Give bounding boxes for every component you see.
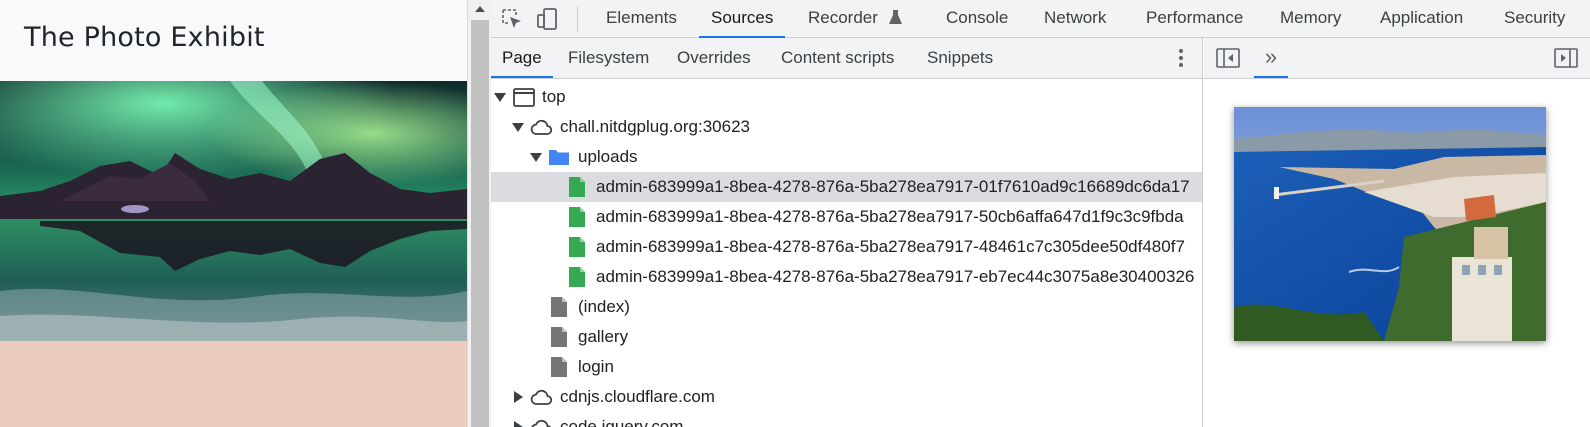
tree-item-label: login (578, 357, 614, 376)
tree-item-document[interactable]: (index) (491, 292, 1202, 322)
tree-item-label: (index) (578, 297, 630, 316)
toolbar-divider (577, 6, 578, 32)
tab-sources[interactable]: Sources (699, 0, 786, 38)
expand-arrow-icon[interactable] (530, 153, 542, 162)
page-scrollbar[interactable] (467, 0, 491, 427)
tab-network[interactable]: Network (1044, 0, 1106, 38)
device-toolbar-icon[interactable] (535, 6, 561, 32)
tree-item-origin[interactable]: code.jquery.com (491, 412, 1202, 427)
tab-console[interactable]: Console (946, 0, 1008, 38)
sources-navigator-tabbar: Page Filesystem Overrides Content script… (491, 38, 1203, 79)
document-file-icon (551, 297, 567, 317)
tree-item-label: code.jquery.com (560, 417, 684, 427)
inspect-element-icon[interactable] (499, 6, 525, 32)
tree-item-origin[interactable]: cdnjs.cloudflare.com (491, 382, 1202, 412)
tree-item-document[interactable]: login (491, 352, 1202, 382)
editor-tabbar: » (1204, 38, 1590, 79)
tab-performance[interactable]: Performance (1146, 0, 1243, 38)
tree-item-label: chall.nitdgplug.org:30623 (560, 117, 750, 136)
tab-security[interactable]: Security (1504, 0, 1565, 38)
tree-item-top[interactable]: top (491, 82, 1202, 112)
tree-item-image-file[interactable]: admin-683999a1-8bea-4278-876a-5ba278ea79… (491, 262, 1202, 292)
image-file-icon (569, 237, 585, 257)
tab-recorder-label: Recorder (808, 8, 878, 27)
image-file-icon (569, 207, 585, 227)
toggle-navigator-icon[interactable] (1216, 48, 1240, 68)
cloud-icon (530, 389, 553, 405)
tree-item-origin[interactable]: chall.nitdgplug.org:30623 (491, 112, 1202, 142)
tree-item-label: admin-683999a1-8bea-4278-876a-5ba278ea79… (596, 177, 1190, 196)
tree-item-label: admin-683999a1-8bea-4278-876a-5ba278ea79… (596, 207, 1184, 226)
scroll-up-arrow-icon[interactable] (475, 6, 485, 12)
devtools-panel: Elements Sources Recorder Console Networ… (491, 0, 1590, 427)
subtab-overrides[interactable]: Overrides (677, 38, 751, 78)
tree-item-image-file[interactable]: admin-683999a1-8bea-4278-876a-5ba278ea79… (491, 172, 1202, 202)
more-tabs-chevron-icon[interactable]: » (1254, 38, 1288, 78)
image-file-icon (569, 267, 585, 287)
collapse-arrow-icon[interactable] (514, 421, 523, 427)
tree-item-label: cdnjs.cloudflare.com (560, 387, 715, 406)
page-header: The Photo Exhibit (0, 0, 467, 81)
frame-window-icon (513, 88, 535, 107)
image-file-icon (569, 177, 585, 197)
subtab-filesystem[interactable]: Filesystem (568, 38, 649, 78)
expand-arrow-icon[interactable] (494, 93, 506, 102)
tree-item-label: admin-683999a1-8bea-4278-876a-5ba278ea79… (596, 237, 1185, 256)
tree-item-label: uploads (578, 147, 638, 166)
tree-item-image-file[interactable]: admin-683999a1-8bea-4278-876a-5ba278ea79… (491, 232, 1202, 262)
cloud-icon (531, 419, 552, 427)
web-page: The Photo Exhibit (0, 0, 467, 427)
file-tree: top chall.nitdgplug.org:30623 uploads ad… (491, 79, 1203, 427)
toggle-debugger-icon[interactable] (1554, 48, 1578, 68)
tab-memory[interactable]: Memory (1280, 0, 1341, 38)
more-options-icon[interactable] (1174, 47, 1188, 69)
image-preview-pane (1204, 79, 1590, 427)
subtab-snippets[interactable]: Snippets (927, 38, 993, 78)
collapse-arrow-icon[interactable] (514, 391, 523, 403)
devtools-main-tabbar: Elements Sources Recorder Console Networ… (491, 0, 1590, 38)
tree-item-label: gallery (578, 327, 629, 346)
tab-elements[interactable]: Elements (606, 0, 677, 38)
tree-item-image-file[interactable]: admin-683999a1-8bea-4278-876a-5ba278ea79… (491, 202, 1202, 232)
flask-icon (888, 10, 902, 24)
tree-item-document[interactable]: gallery (491, 322, 1202, 352)
page-title: The Photo Exhibit (24, 22, 265, 53)
hero-image (0, 81, 467, 341)
folder-icon (549, 150, 569, 165)
document-file-icon (551, 327, 567, 347)
subtab-page[interactable]: Page (491, 38, 553, 78)
cloud-icon (530, 119, 553, 135)
expand-arrow-icon[interactable] (512, 123, 524, 132)
tree-item-label: top (542, 87, 566, 106)
tab-application[interactable]: Application (1380, 0, 1463, 38)
tab-recorder[interactable]: Recorder (808, 0, 902, 38)
tree-item-label: admin-683999a1-8bea-4278-876a-5ba278ea79… (596, 267, 1195, 286)
tree-item-folder[interactable]: uploads (491, 142, 1202, 172)
subtab-content-scripts[interactable]: Content scripts (781, 38, 894, 78)
document-file-icon (551, 357, 567, 377)
preview-image (1234, 107, 1546, 341)
scrollbar-thumb[interactable] (471, 20, 489, 427)
